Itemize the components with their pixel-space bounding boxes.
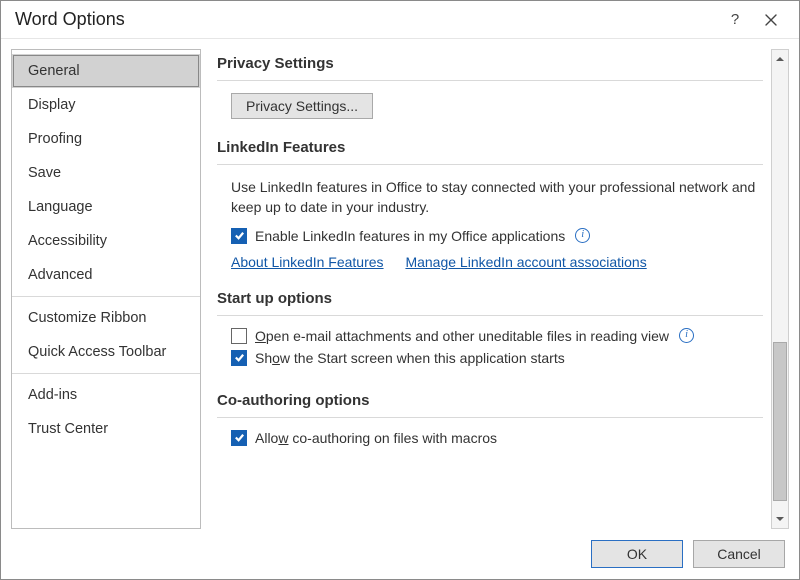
content-panel: Privacy Settings Privacy Settings... Lin… <box>217 49 769 529</box>
show-start-screen-checkbox[interactable] <box>231 350 247 366</box>
sidebar-item-advanced[interactable]: Advanced <box>12 258 200 292</box>
scroll-up-button[interactable] <box>772 50 788 68</box>
sidebar-item-language[interactable]: Language <box>12 190 200 224</box>
manage-linkedin-link[interactable]: Manage LinkedIn account associations <box>405 254 646 270</box>
linkedin-enable-checkbox[interactable] <box>231 228 247 244</box>
linkedin-enable-label[interactable]: Enable LinkedIn features in my Office ap… <box>255 228 565 244</box>
section-startup-title: Start up options <box>217 290 763 307</box>
sidebar-item-save[interactable]: Save <box>12 156 200 190</box>
sidebar-item-quick-access-toolbar[interactable]: Quick Access Toolbar <box>12 335 200 369</box>
sidebar-item-trust-center[interactable]: Trust Center <box>12 412 200 446</box>
show-start-screen-label[interactable]: Show the Start screen when this applicat… <box>255 350 565 366</box>
linkedin-description: Use LinkedIn features in Office to stay … <box>231 177 763 218</box>
section-linkedin-title: LinkedIn Features <box>217 139 763 156</box>
section-coauth-title: Co-authoring options <box>217 392 763 409</box>
scroll-track[interactable] <box>772 68 788 510</box>
divider <box>217 315 763 316</box>
sidebar-separator <box>12 296 200 297</box>
sidebar-item-accessibility[interactable]: Accessibility <box>12 224 200 258</box>
allow-coauthoring-macros-checkbox[interactable] <box>231 430 247 446</box>
cancel-button[interactable]: Cancel <box>693 540 785 568</box>
scroll-down-button[interactable] <box>772 510 788 528</box>
divider <box>217 164 763 165</box>
scroll-thumb[interactable] <box>773 342 787 501</box>
vertical-scrollbar[interactable] <box>771 49 789 529</box>
client-area: GeneralDisplayProofingSaveLanguageAccess… <box>1 39 799 529</box>
info-icon[interactable]: i <box>575 228 590 243</box>
info-icon[interactable]: i <box>679 328 694 343</box>
sidebar-item-display[interactable]: Display <box>12 88 200 122</box>
dialog-footer: OK Cancel <box>1 529 799 579</box>
ok-button[interactable]: OK <box>591 540 683 568</box>
close-icon[interactable] <box>753 1 789 38</box>
open-attachments-reading-checkbox[interactable] <box>231 328 247 344</box>
open-attachments-reading-label[interactable]: Open e-mail attachments and other unedit… <box>255 328 669 344</box>
sidebar-item-customize-ribbon[interactable]: Customize Ribbon <box>12 301 200 335</box>
divider <box>217 417 763 418</box>
section-privacy-title: Privacy Settings <box>217 55 763 72</box>
privacy-settings-button[interactable]: Privacy Settings... <box>231 93 373 119</box>
sidebar-item-general[interactable]: General <box>12 54 200 88</box>
about-linkedin-link[interactable]: About LinkedIn Features <box>231 254 384 270</box>
sidebar-item-proofing[interactable]: Proofing <box>12 122 200 156</box>
sidebar-separator <box>12 373 200 374</box>
category-list: GeneralDisplayProofingSaveLanguageAccess… <box>11 49 201 529</box>
sidebar-item-add-ins[interactable]: Add-ins <box>12 378 200 412</box>
dialog-title: Word Options <box>15 9 717 30</box>
allow-coauthoring-macros-label[interactable]: Allow co-authoring on files with macros <box>255 430 497 446</box>
titlebar: Word Options ? <box>1 1 799 39</box>
divider <box>217 80 763 81</box>
help-icon[interactable]: ? <box>717 1 753 38</box>
word-options-dialog: Word Options ? GeneralDisplayProofingSav… <box>0 0 800 580</box>
